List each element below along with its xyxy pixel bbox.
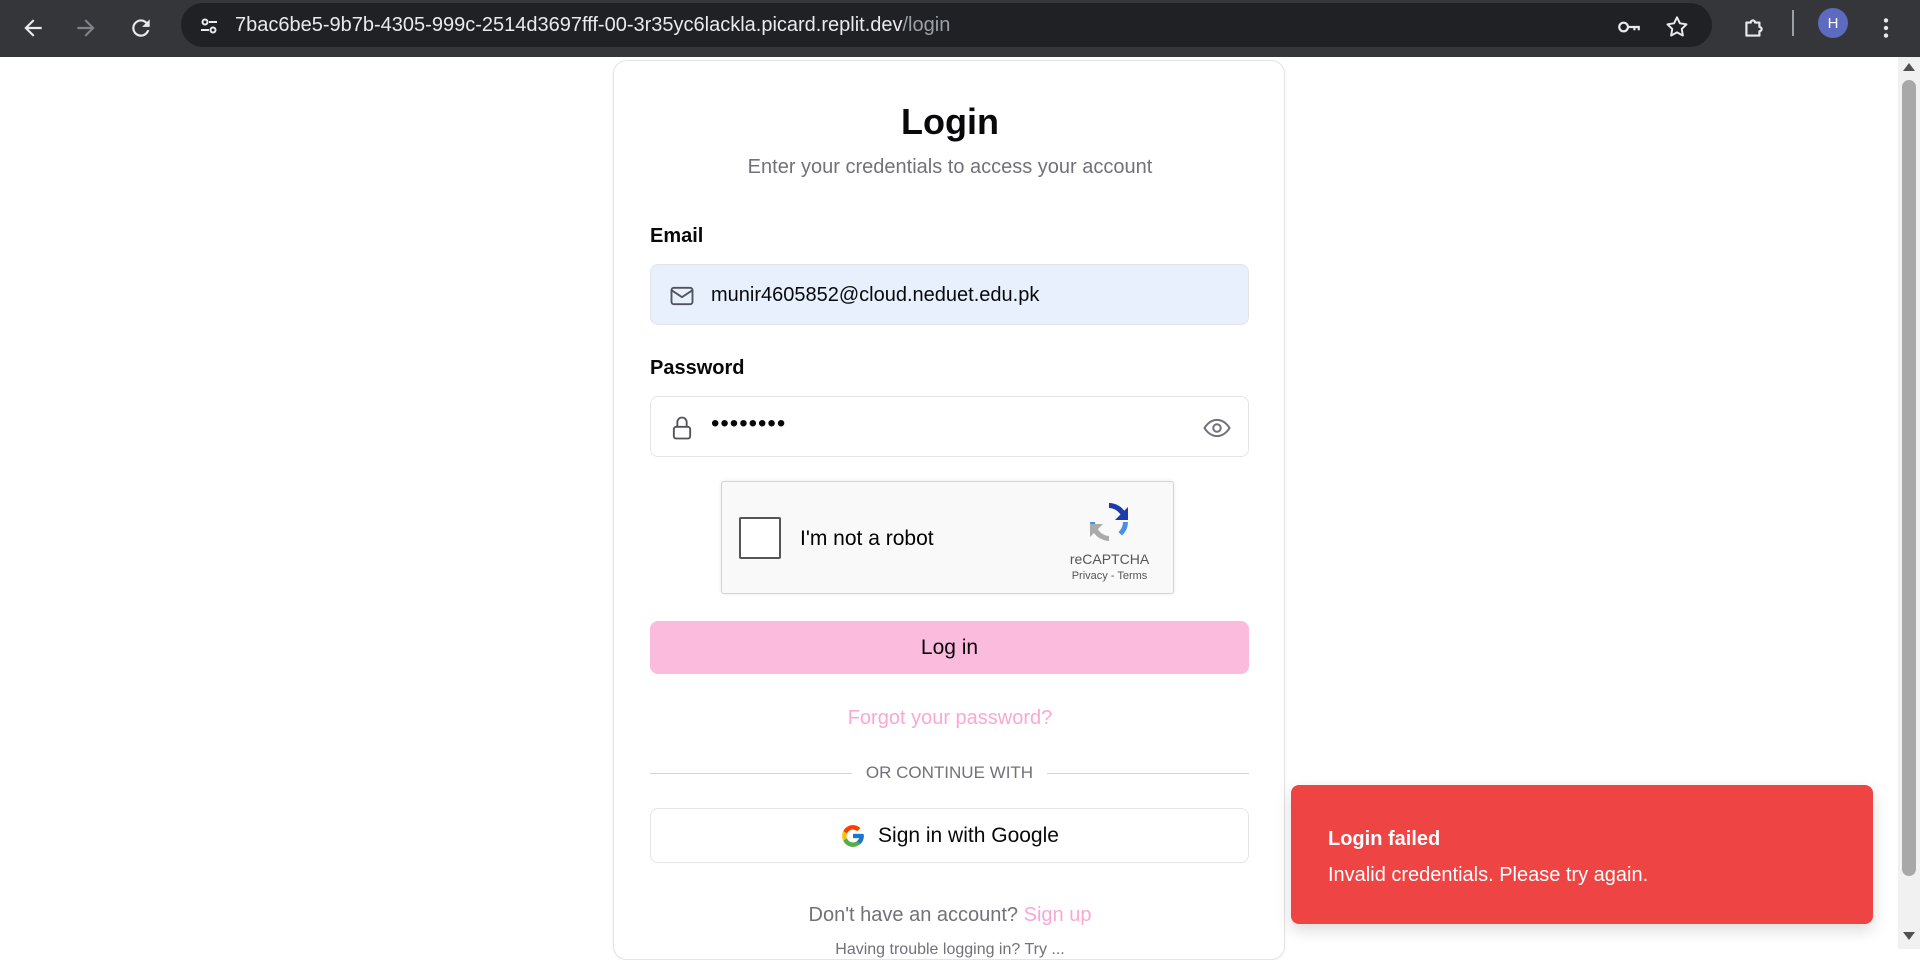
signup-prompt: Don't have an account? xyxy=(808,904,1019,926)
page-subtitle: Enter your credentials to access your ac… xyxy=(747,156,1153,178)
signup-row: Don't have an account? Sign up xyxy=(614,904,1286,927)
google-signin-label: Sign in with Google xyxy=(878,823,1059,847)
more-menu-icon[interactable] xyxy=(1866,8,1906,48)
site-settings-icon[interactable] xyxy=(195,12,223,40)
recaptcha-widget: I'm not a robot reCAPTCHA Privacy - Term… xyxy=(721,481,1174,594)
email-value: munir4605852@cloud.neduet.edu.pk xyxy=(711,284,1040,306)
mail-icon xyxy=(668,282,696,310)
reload-icon[interactable] xyxy=(121,8,161,48)
extensions-icon[interactable] xyxy=(1734,8,1774,48)
google-signin-button[interactable]: Sign in with Google xyxy=(650,808,1249,863)
forward-icon[interactable] xyxy=(66,8,106,48)
page-title: Login xyxy=(901,101,999,142)
login-card: Login Enter your credentials to access y… xyxy=(613,60,1285,960)
url-path: /login xyxy=(902,14,951,36)
profile-avatar[interactable]: H xyxy=(1818,8,1848,38)
recaptcha-label: I'm not a robot xyxy=(800,527,934,550)
browser-toolbar: 7bac6be5-9b7b-4305-999c-2514d3697fff-00-… xyxy=(0,0,1920,57)
lock-icon xyxy=(668,414,696,442)
google-icon xyxy=(840,823,866,849)
scroll-up-arrow-icon[interactable] xyxy=(1903,63,1915,71)
url-host: 7bac6be5-9b7b-4305-999c-2514d3697fff-00-… xyxy=(235,14,903,36)
password-field[interactable]: •••••••• xyxy=(650,396,1249,457)
signup-link[interactable]: Sign up xyxy=(1024,904,1092,926)
password-label: Password xyxy=(650,357,745,379)
divider-line-right xyxy=(1047,773,1249,774)
recaptcha-brand: reCAPTCHA xyxy=(1069,551,1150,567)
back-icon[interactable] xyxy=(13,8,53,48)
show-password-eye-icon[interactable] xyxy=(1202,413,1232,443)
scrollbar-thumb[interactable] xyxy=(1902,80,1916,876)
address-bar[interactable]: 7bac6be5-9b7b-4305-999c-2514d3697fff-00-… xyxy=(181,3,1712,47)
password-key-icon[interactable] xyxy=(1615,13,1643,41)
error-toast[interactable]: Login failed Invalid credentials. Please… xyxy=(1291,785,1873,924)
recaptcha-privacy-terms[interactable]: Privacy - Terms xyxy=(1062,570,1157,582)
login-button[interactable]: Log in xyxy=(650,621,1249,674)
or-divider: OR CONTINUE WITH xyxy=(650,761,1249,785)
toast-title: Login failed xyxy=(1328,828,1441,850)
recaptcha-logo-icon xyxy=(1084,497,1134,547)
toast-message: Invalid credentials. Please try again. xyxy=(1328,864,1649,886)
divider-line-left xyxy=(650,773,852,774)
email-field[interactable]: munir4605852@cloud.neduet.edu.pk xyxy=(650,264,1249,325)
trouble-text: Having trouble logging in? Try ... xyxy=(835,941,1065,958)
toolbar-divider xyxy=(1792,10,1794,36)
scroll-down-arrow-icon[interactable] xyxy=(1903,932,1915,940)
forgot-password-link[interactable]: Forgot your password? xyxy=(614,707,1286,730)
email-label: Email xyxy=(650,225,704,247)
bookmark-star-icon[interactable] xyxy=(1663,13,1691,41)
password-value: •••••••• xyxy=(711,410,787,437)
or-divider-text: OR CONTINUE WITH xyxy=(865,763,1034,782)
url-text[interactable]: 7bac6be5-9b7b-4305-999c-2514d3697fff-00-… xyxy=(235,14,950,37)
recaptcha-checkbox[interactable] xyxy=(739,517,781,559)
